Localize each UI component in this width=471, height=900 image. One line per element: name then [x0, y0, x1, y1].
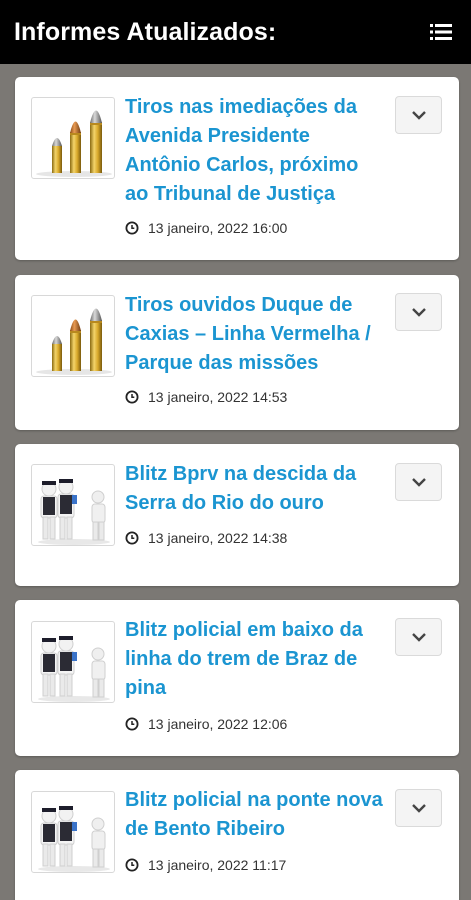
report-headline[interactable]: Blitz policial em baixo da linha do trem… [125, 616, 387, 703]
report-datetime: 13 janeiro, 2022 16:00 [125, 219, 287, 237]
chevron-down-icon [412, 633, 426, 642]
report-datetime-text: 13 janeiro, 2022 16:00 [148, 220, 288, 236]
clock-icon [125, 390, 139, 404]
police-blitz-icon [31, 621, 115, 703]
list-menu-icon [430, 24, 452, 40]
report-datetime: 13 janeiro, 2022 14:53 [125, 388, 287, 406]
expand-button[interactable] [395, 96, 442, 134]
chevron-down-icon [412, 308, 426, 317]
clock-icon [125, 858, 139, 872]
clock-icon [125, 531, 139, 545]
expand-button[interactable] [395, 293, 442, 331]
police-blitz-icon [31, 791, 115, 873]
report-datetime-text: 13 janeiro, 2022 11:17 [148, 857, 287, 873]
police-blitz-icon [31, 464, 115, 546]
report-datetime-text: 13 janeiro, 2022 14:53 [148, 389, 288, 405]
report-datetime: 13 janeiro, 2022 14:38 [125, 529, 287, 547]
report-datetime: 13 janeiro, 2022 12:06 [125, 715, 287, 733]
clock-icon [125, 221, 139, 235]
report-card[interactable]: Blitz policial em baixo da linha do trem… [15, 600, 459, 756]
report-headline[interactable]: Blitz policial na ponte nova de Bento Ri… [125, 786, 387, 844]
expand-button[interactable] [395, 789, 442, 827]
report-datetime-text: 13 janeiro, 2022 12:06 [148, 716, 288, 732]
list-menu-button[interactable] [426, 20, 456, 44]
report-card[interactable]: Tiros nas imediações da Avenida Presiden… [15, 77, 459, 260]
chevron-down-icon [412, 478, 426, 487]
clock-icon [125, 717, 139, 731]
report-card[interactable]: Blitz policial na ponte nova de Bento Ri… [15, 770, 459, 900]
chevron-down-icon [412, 804, 426, 813]
report-headline[interactable]: Tiros ouvidos Duque de Caxias – Linha Ve… [125, 291, 387, 378]
expand-button[interactable] [395, 463, 442, 501]
report-card[interactable]: Tiros ouvidos Duque de Caxias – Linha Ve… [15, 275, 459, 430]
page-title: Informes Atualizados: [14, 18, 277, 46]
report-headline[interactable]: Blitz Bprv na descida da Serra do Rio do… [125, 460, 387, 518]
chevron-down-icon [412, 111, 426, 120]
report-headline[interactable]: Tiros nas imediações da Avenida Presiden… [125, 93, 387, 209]
report-card[interactable]: Blitz Bprv na descida da Serra do Rio do… [15, 444, 459, 586]
report-datetime-text: 13 janeiro, 2022 14:38 [148, 530, 288, 546]
bullets-icon [31, 97, 115, 179]
expand-button[interactable] [395, 618, 442, 656]
app-header: Informes Atualizados: [0, 0, 471, 64]
report-datetime: 13 janeiro, 2022 11:17 [125, 856, 286, 874]
bullets-icon [31, 295, 115, 377]
